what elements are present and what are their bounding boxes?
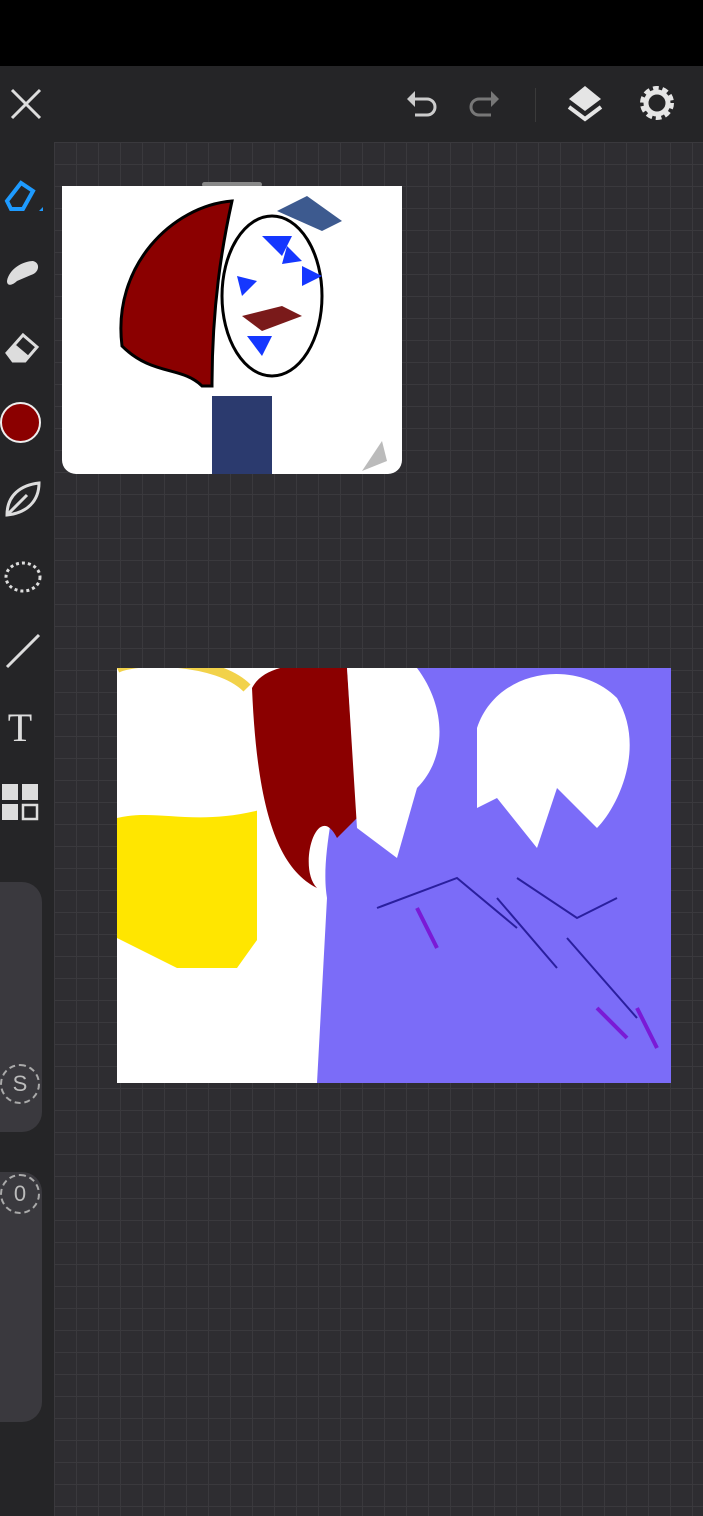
layers-icon xyxy=(567,86,603,122)
lasso-icon xyxy=(4,561,42,593)
close-button[interactable] xyxy=(6,84,46,124)
lasso-tool[interactable] xyxy=(0,552,46,598)
redo-icon xyxy=(469,91,499,117)
reference-artwork xyxy=(119,196,387,474)
eraser-tool[interactable] xyxy=(0,324,46,370)
layers-button[interactable] xyxy=(562,80,608,126)
eraser-icon xyxy=(5,332,40,363)
leaf-icon xyxy=(5,481,41,517)
tool-sidebar: T S 0 xyxy=(0,142,54,1516)
top-toolbar xyxy=(0,66,703,142)
size-knob[interactable]: S xyxy=(0,1064,40,1104)
smudge-tool[interactable] xyxy=(0,248,46,294)
undo-icon xyxy=(407,91,437,117)
brush-icon xyxy=(4,180,43,211)
status-bar xyxy=(0,0,703,66)
brush-tool[interactable] xyxy=(0,172,46,218)
undo-button[interactable] xyxy=(398,84,444,124)
text-tool[interactable]: T xyxy=(0,704,40,750)
settings-button[interactable] xyxy=(634,80,680,126)
main-artwork[interactable] xyxy=(117,668,671,1083)
divider xyxy=(535,88,536,122)
brush-size-slider[interactable]: S xyxy=(0,882,42,1132)
reference-image-panel[interactable] xyxy=(62,186,402,474)
artwork-image xyxy=(117,668,659,1083)
leaf-brush-tool[interactable] xyxy=(0,476,46,522)
redo-button[interactable] xyxy=(462,84,508,124)
smudge-icon xyxy=(7,261,39,285)
gallery-tool[interactable] xyxy=(0,782,40,822)
line-icon xyxy=(5,633,41,669)
opacity-knob[interactable]: 0 xyxy=(0,1174,40,1214)
close-icon xyxy=(10,88,42,120)
opacity-slider[interactable]: 0 xyxy=(0,1172,42,1422)
grid-icon xyxy=(2,784,39,821)
line-tool[interactable] xyxy=(0,628,46,674)
gear-icon xyxy=(640,86,674,120)
color-picker[interactable] xyxy=(0,402,41,443)
